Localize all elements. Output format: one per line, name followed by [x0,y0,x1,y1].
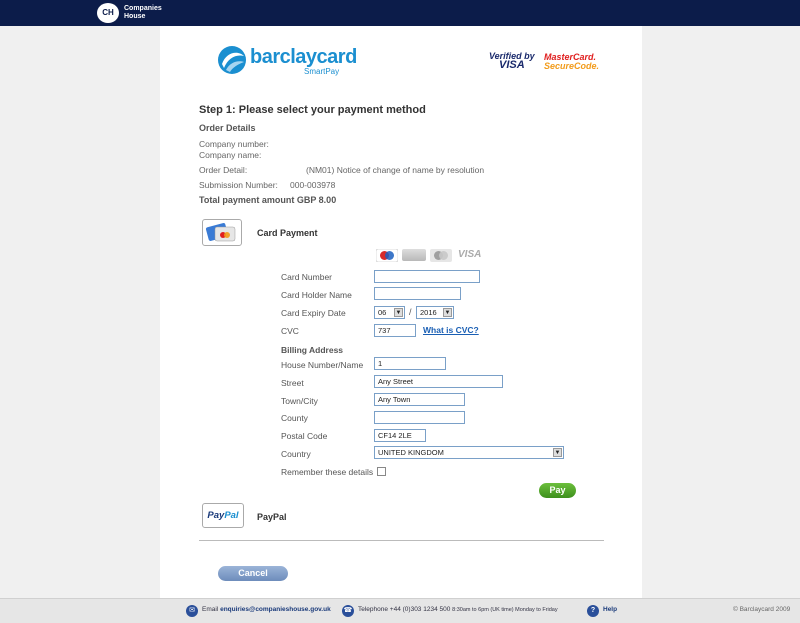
order-detail-label: Order Detail: [199,165,248,175]
country-select[interactable]: UNITED KINGDOM ▼ [374,446,564,459]
telephone-hours: 8:30am to 6pm (UK time) Monday to Friday [452,607,558,613]
visa-icon: VISA [458,249,482,260]
pay-button[interactable]: Pay [539,483,576,498]
billing-address-heading: Billing Address [281,345,344,355]
mastercard-icon [430,249,452,262]
smartpay-name: SmartPay [304,67,340,76]
what-is-cvc-link[interactable]: What is CVC? [423,325,479,335]
barclaycard-logo: barclaycard SmartPay [216,42,357,78]
barclaycard-swirl-icon [218,46,246,74]
amex-icon [402,249,426,261]
company-number-label: Company number: [199,139,269,149]
remember-details-label: Remember these details [281,467,374,477]
credit-card-icon [205,223,236,242]
help-icon[interactable]: ? [587,605,599,617]
card-holder-input[interactable] [374,287,461,300]
chevron-down-icon: ▼ [443,308,452,317]
expiry-year-select[interactable]: 2016 ▼ [416,306,454,319]
card-payment-label: Card Payment [257,228,318,238]
total-payment-amount: Total payment amount GBP 8.00 [199,195,337,205]
town-input[interactable]: Any Town [374,393,465,406]
remember-details-checkbox[interactable] [377,467,386,476]
expiry-month-select[interactable]: 06 ▼ [374,306,405,319]
barclaycard-name: barclaycard [250,46,357,68]
card-holder-label: Card Holder Name [281,290,352,300]
country-value: UNITED KINGDOM [378,448,444,457]
divider [199,540,604,541]
postal-code-input[interactable]: CF14 2LE [374,429,426,442]
postal-code-label: Postal Code [281,431,328,441]
house-input[interactable]: 1 [374,357,446,370]
paypal-logo-part2: Pal [224,510,239,521]
card-payment-option[interactable] [202,219,242,246]
county-input[interactable] [374,411,465,424]
country-label: Country [281,449,311,459]
copyright: © Barclaycard 2009 [733,606,791,613]
maestro-icon [376,249,398,262]
expiry-month-value: 06 [378,308,387,317]
telephone-icon: ☎ [342,605,354,617]
footer-telephone: Telephone +44 (0)303 1234 500 8:30am to … [358,606,558,613]
street-label: Street [281,378,304,388]
verified-by-visa-logo: Verified by VISA [489,52,535,71]
chevron-down-icon: ▼ [394,308,403,317]
paypal-label: PayPal [257,512,287,522]
county-label: County [281,413,308,423]
email-icon: ✉ [186,605,198,617]
cancel-button[interactable]: Cancel [218,566,288,581]
paypal-option[interactable]: PayPal [202,503,244,528]
email-link[interactable]: enquiries@companieshouse.gov.uk [220,606,331,613]
verified-visa-text: VISA [499,59,525,71]
footer: ✉ Email enquiries@companieshouse.gov.uk … [0,598,800,623]
expiry-year-value: 2016 [420,308,437,317]
house-label: House Number/Name [281,360,364,370]
paypal-logo-part1: Pay [207,510,225,521]
top-bar: CH Companies House [0,0,800,26]
card-number-input[interactable] [374,270,480,283]
card-expiry-label: Card Expiry Date [281,308,346,318]
cvc-input[interactable]: 737 [374,324,416,337]
card-number-label: Card Number [281,272,333,282]
mastercard-securecode-logo: MasterCard. SecureCode. [544,53,599,71]
telephone-text: Telephone +44 (0)303 1234 500 [358,606,451,613]
footer-email: Email enquiries@companieshouse.gov.uk [202,606,331,613]
payment-panel: barclaycard SmartPay Verified by VISA Ma… [160,26,642,598]
companies-house-logo[interactable]: CH [97,3,119,23]
help-link[interactable]: Help [603,606,617,613]
order-details-heading: Order Details [199,123,256,133]
submission-number-value: 000-003978 [290,180,336,190]
company-name-label: Company name: [199,150,262,160]
cvc-label: CVC [281,326,299,336]
chevron-down-icon: ▼ [553,448,562,457]
order-detail-value: (NM01) Notice of change of name by resol… [306,165,485,175]
page-title: Step 1: Please select your payment metho… [199,104,426,116]
companies-house-logo-text: Companies House [124,5,162,20]
town-label: Town/City [281,396,318,406]
email-prefix: Email [202,606,219,613]
expiry-separator: / [409,307,412,317]
help-link-text[interactable]: Help [603,606,617,613]
securecode-text: SecureCode. [544,61,600,71]
submission-number-label: Submission Number: [199,180,278,190]
street-input[interactable]: Any Street [374,375,503,388]
